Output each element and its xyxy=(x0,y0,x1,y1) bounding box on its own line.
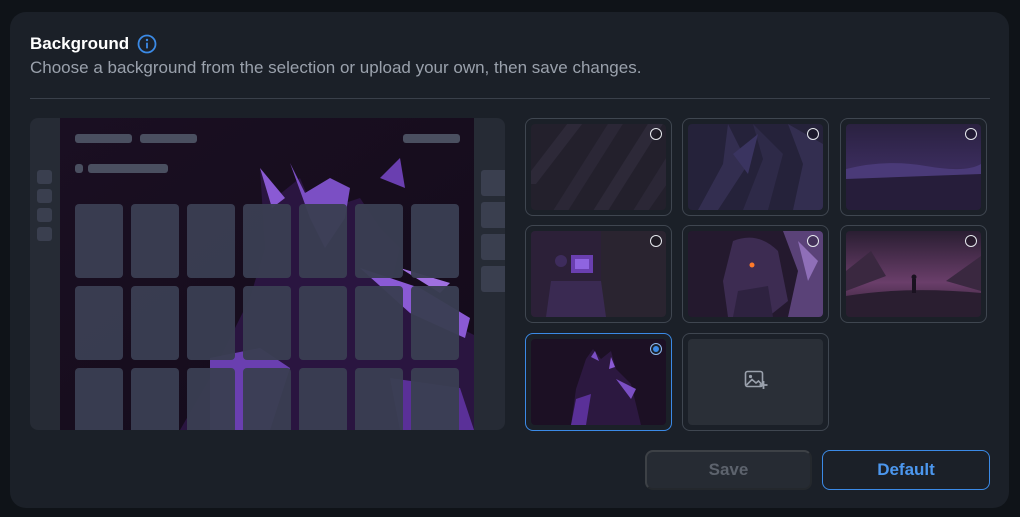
radio-button[interactable] xyxy=(965,128,977,140)
background-option-purple-cat-silhouette[interactable] xyxy=(525,333,672,431)
preview-tile xyxy=(187,286,235,360)
preview-tile xyxy=(299,368,347,430)
preview-tile xyxy=(75,286,123,360)
divider xyxy=(30,98,990,99)
background-thumbnail xyxy=(688,231,823,317)
radio-button[interactable] xyxy=(965,235,977,247)
preview-tile xyxy=(411,368,459,430)
preview-topbar-pill xyxy=(140,134,197,143)
background-option-pink-sky-mountain-figure[interactable] xyxy=(840,225,987,323)
preview-sidebar-item xyxy=(37,227,52,241)
preview-tile xyxy=(243,204,291,278)
preview-rightbar-item xyxy=(481,170,505,196)
save-button[interactable]: Save xyxy=(645,450,812,490)
preview-tile xyxy=(131,204,179,278)
preview-rightbar-item xyxy=(481,234,505,260)
radio-button[interactable] xyxy=(650,128,662,140)
background-option-dark-diagonal-stripes[interactable] xyxy=(525,118,672,216)
preview-heading-pill xyxy=(75,164,83,173)
section-title: Background xyxy=(30,34,130,53)
preview-tile xyxy=(131,286,179,360)
upload-background-button[interactable] xyxy=(682,333,829,431)
radio-button[interactable] xyxy=(650,235,662,247)
default-button[interactable]: Default xyxy=(822,450,990,490)
background-option-purple-night-landscape[interactable] xyxy=(840,118,987,216)
preview-tile xyxy=(299,286,347,360)
preview-tile xyxy=(75,204,123,278)
preview-tile xyxy=(411,204,459,278)
preview-tile xyxy=(355,204,403,278)
background-option-purple-room-desk[interactable] xyxy=(525,225,672,323)
background-thumbnail xyxy=(846,231,981,317)
preview-tile xyxy=(243,368,291,430)
background-thumbnail xyxy=(688,124,823,210)
background-thumbnail xyxy=(531,231,666,317)
preview-heading-pill xyxy=(88,164,168,173)
background-thumbnail xyxy=(531,124,666,210)
radio-button[interactable] xyxy=(650,343,662,355)
background-settings-panel: Background Choose a background from the … xyxy=(10,12,1009,508)
preview-tile xyxy=(75,368,123,430)
preview-rightbar-item xyxy=(481,202,505,228)
preview-tile xyxy=(131,368,179,430)
background-preview xyxy=(30,118,505,430)
title-row: Background xyxy=(30,34,157,54)
preview-tile xyxy=(243,286,291,360)
preview-sidebar-item xyxy=(37,208,52,222)
preview-sidebar-item xyxy=(37,170,52,184)
preview-topbar-pill xyxy=(75,134,132,143)
upload-area xyxy=(688,339,823,425)
background-thumbnail xyxy=(846,124,981,210)
preview-topbar-pill xyxy=(403,134,460,143)
preview-tile xyxy=(187,368,235,430)
background-option-purple-character-portrait[interactable] xyxy=(682,225,829,323)
preview-tile xyxy=(411,286,459,360)
section-subtitle: Choose a background from the selection o… xyxy=(30,58,642,77)
background-option-dark-folded-shapes[interactable] xyxy=(682,118,829,216)
background-thumbnail xyxy=(531,339,666,425)
radio-button[interactable] xyxy=(807,128,819,140)
info-circle-icon[interactable] xyxy=(137,34,157,54)
preview-tile xyxy=(299,204,347,278)
radio-button[interactable] xyxy=(807,235,819,247)
preview-tile xyxy=(187,204,235,278)
preview-rightbar-item xyxy=(481,266,505,292)
preview-tile xyxy=(355,368,403,430)
preview-sidebar-item xyxy=(37,189,52,203)
preview-tile xyxy=(355,286,403,360)
image-add-icon xyxy=(744,369,768,396)
